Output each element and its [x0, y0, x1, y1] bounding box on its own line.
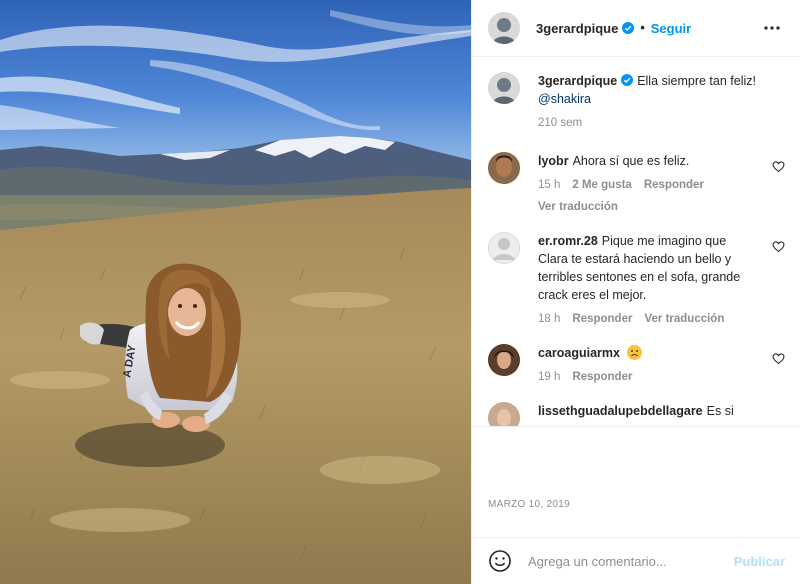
post-photo[interactable]: A DAY	[0, 0, 471, 584]
reply-button[interactable]: Responder	[572, 310, 632, 328]
comment-time[interactable]: 18 h	[538, 310, 560, 328]
comment-time[interactable]: 15 h	[538, 176, 560, 194]
caption-body: 3gerardpique Ella siempre tan feliz! @sha…	[538, 72, 785, 132]
follow-button[interactable]: Seguir	[651, 21, 691, 36]
caption-time[interactable]: 210 sem	[538, 114, 582, 132]
comment-meta: 18 h Responder Ver traducción	[538, 310, 757, 328]
comment-body: lyobr Ahora sí que es feliz. 15 h 2 Me gu…	[538, 152, 785, 216]
emoji-icon[interactable]	[488, 549, 512, 573]
comment-username[interactable]: caroaguiarmx	[538, 346, 620, 360]
comment-item: lissethguadalupebdellagare Es si	[488, 402, 785, 426]
comment-username[interactable]: er.romr.28	[538, 234, 598, 248]
reply-button[interactable]: Responder	[644, 176, 704, 194]
sad-face-emoji	[626, 345, 642, 360]
comment-likes[interactable]: 2 Me gusta	[572, 176, 631, 194]
commenter-avatar[interactable]	[488, 232, 520, 264]
comment-text: Es si	[706, 404, 734, 418]
comment-username[interactable]: lissethguadalupebdellagare	[538, 404, 703, 418]
verified-badge-icon	[622, 22, 635, 34]
post-header: 3gerardpique • Seguir	[472, 0, 800, 57]
comments-list[interactable]: 3gerardpique Ella siempre tan feliz! @sha…	[472, 58, 800, 426]
reply-button[interactable]: Responder	[572, 368, 632, 386]
verified-badge-icon	[621, 73, 634, 86]
caption-text: Ella siempre tan feliz!	[637, 74, 756, 88]
divider	[472, 426, 800, 427]
caption-mention[interactable]: @shakira	[538, 92, 591, 106]
comment-item: caroaguiarmx 19 h Responder	[488, 344, 785, 386]
commenter-avatar[interactable]	[488, 152, 520, 184]
comment-body: lissethguadalupebdellagare Es si	[538, 402, 785, 426]
commenter-avatar[interactable]	[488, 344, 520, 376]
comment-meta: 15 h 2 Me gusta Responder	[538, 176, 757, 194]
author-avatar[interactable]	[488, 12, 520, 44]
caption-avatar[interactable]	[488, 72, 520, 104]
publish-button[interactable]: Publicar	[734, 554, 785, 569]
heart-icon[interactable]	[772, 160, 785, 173]
translate-button[interactable]: Ver traducción	[538, 198, 757, 216]
caption: 3gerardpique Ella siempre tan feliz! @sha…	[488, 72, 785, 132]
heart-icon[interactable]	[772, 352, 785, 365]
comment-meta: 19 h Responder	[538, 368, 757, 386]
author-username[interactable]: 3gerardpique	[536, 21, 618, 36]
comment-body: er.romr.28 Pique me imagino que Clara te …	[538, 232, 785, 328]
comment-item: er.romr.28 Pique me imagino que Clara te …	[488, 232, 785, 328]
comment-username[interactable]: lyobr	[538, 154, 569, 168]
comment-input[interactable]	[528, 553, 734, 569]
comment-item: lyobr Ahora sí que es feliz. 15 h 2 Me gu…	[488, 152, 785, 216]
post-side-panel: 3gerardpique • Seguir 3gerardpique Ella s…	[471, 0, 800, 584]
add-comment-bar: Publicar	[472, 537, 800, 584]
caption-meta: 210 sem	[538, 114, 785, 132]
comment-text: Ahora sí que es feliz.	[572, 154, 690, 168]
separator-dot: •	[640, 21, 645, 35]
commenter-avatar[interactable]	[488, 402, 520, 426]
heart-icon[interactable]	[772, 240, 785, 253]
comment-body: caroaguiarmx 19 h Responder	[538, 344, 785, 386]
translate-button[interactable]: Ver traducción	[644, 310, 724, 328]
caption-username[interactable]: 3gerardpique	[538, 74, 617, 88]
more-options-icon[interactable]	[760, 16, 784, 40]
comment-time[interactable]: 19 h	[538, 368, 560, 386]
post-date[interactable]: MARZO 10, 2019	[488, 499, 570, 510]
post-image: A DAY	[0, 0, 471, 584]
